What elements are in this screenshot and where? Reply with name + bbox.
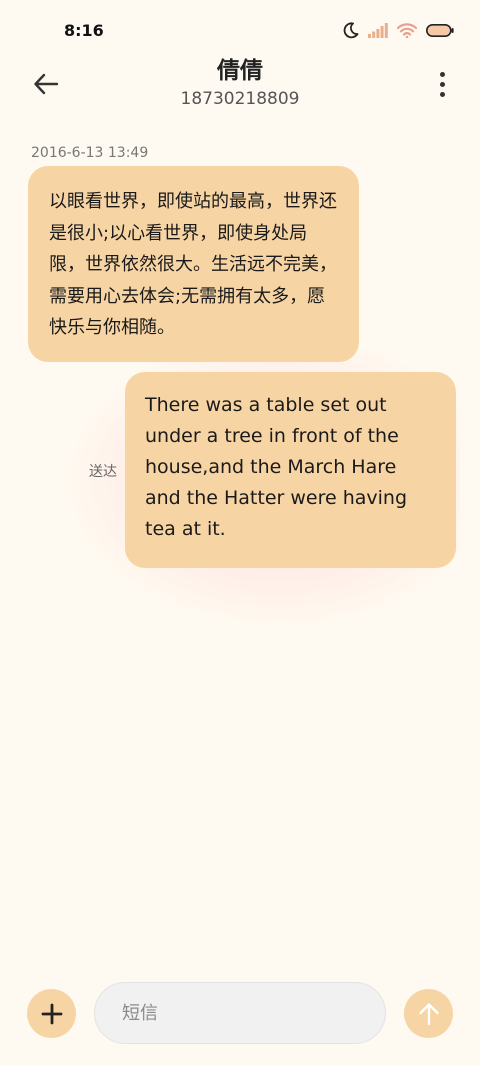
- composer-bar: [0, 978, 480, 1050]
- outgoing-message-bubble[interactable]: There was a table set out under a tree i…: [125, 372, 456, 568]
- contact-number: 18730218809: [180, 89, 300, 109]
- send-button[interactable]: [404, 989, 453, 1038]
- moon-icon: [343, 22, 359, 39]
- sms-input[interactable]: [94, 982, 386, 1044]
- delivery-status: 送达: [89, 464, 117, 480]
- status-time: 8:16: [64, 21, 104, 40]
- wifi-icon: [397, 23, 417, 38]
- more-vertical-icon: [439, 71, 445, 77]
- plus-icon: [41, 1003, 62, 1024]
- status-bar: 8:16: [0, 0, 480, 62]
- conversation-header: 倩倩 18730218809: [0, 56, 480, 116]
- incoming-message-bubble[interactable]: 以眼看世界，即使站的最高，世界还是很小;以心看世界，即使身处局限，世界依然很大。…: [28, 166, 359, 362]
- signal-icon: [368, 23, 388, 38]
- arrow-up-icon: [418, 1002, 439, 1025]
- add-attachment-button[interactable]: [27, 989, 76, 1038]
- contact-name: 倩倩: [217, 58, 263, 84]
- messaging-screen: 8:16 倩倩 18730218809 2016-6-13 13:49 以眼看世…: [0, 0, 480, 1066]
- more-options-button[interactable]: [432, 66, 452, 102]
- message-timestamp: 2016-6-13 13:49: [31, 145, 149, 161]
- battery-icon: [426, 24, 454, 37]
- status-icons: [342, 22, 454, 39]
- contact-title: 倩倩 18730218809: [0, 56, 480, 111]
